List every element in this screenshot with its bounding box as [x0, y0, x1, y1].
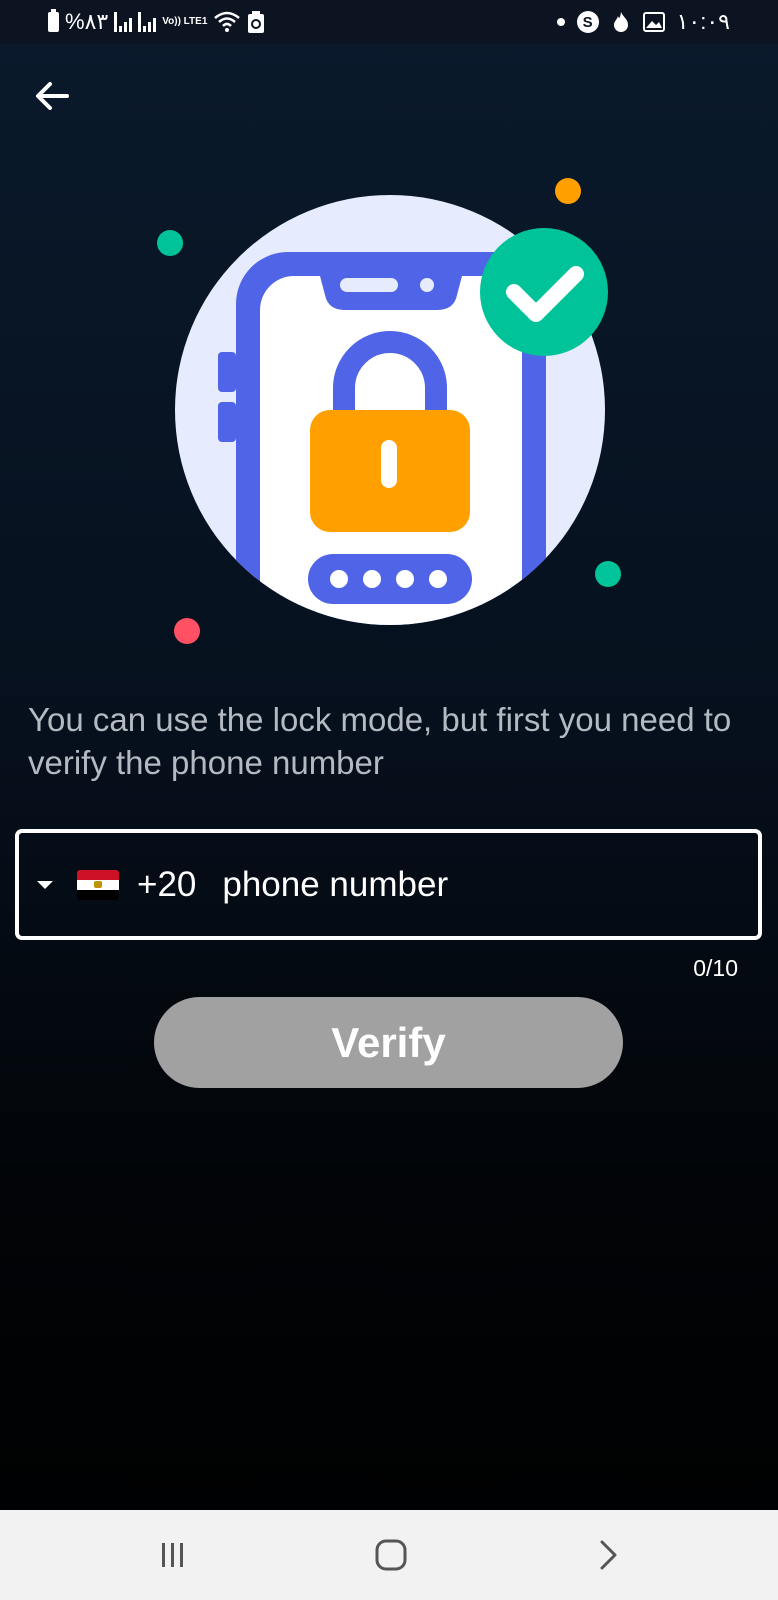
- dot-icon: [556, 18, 565, 26]
- flame-icon: [613, 12, 628, 32]
- chevron-right-icon: [600, 1540, 617, 1570]
- phone-side-button: [218, 352, 236, 392]
- home-icon: [375, 1539, 407, 1571]
- status-bar-right: S ١٠:٠٩: [556, 8, 730, 36]
- nav-back-button[interactable]: [578, 1530, 638, 1580]
- phone-camera: [420, 278, 434, 292]
- battery-icon: [48, 9, 59, 32]
- decor-dot-orange: [555, 178, 581, 204]
- battery-percent: %٨٣: [65, 9, 109, 34]
- dial-code: +20: [137, 864, 197, 904]
- info-message: You can use the lock mode, but first you…: [28, 701, 732, 781]
- pin-dots: [308, 554, 472, 604]
- recent-apps-button[interactable]: [143, 1530, 203, 1580]
- image-icon: [642, 12, 665, 32]
- recent-apps-icon: [162, 1543, 183, 1567]
- status-bar-left: %٨٣ Vo)) LTE1: [48, 8, 265, 36]
- recycle-icon: [248, 11, 265, 33]
- phone-number-input[interactable]: [222, 854, 758, 915]
- decor-dot-green: [595, 561, 621, 587]
- signal-icon: [138, 12, 157, 32]
- signal-icon: [114, 12, 133, 32]
- back-button[interactable]: [30, 74, 74, 118]
- decor-dot-red: [174, 618, 200, 644]
- clock: ١٠:٠٩: [676, 9, 730, 34]
- system-navigation-bar: [0, 1510, 778, 1600]
- status-bar: %٨٣ Vo)) LTE1 S ١٠:٠٩: [0, 0, 778, 44]
- character-counter: 0/10: [693, 955, 738, 981]
- network-type-label: Vo)) LTE1: [162, 16, 208, 27]
- home-button[interactable]: [361, 1530, 421, 1580]
- caret-down-icon: [37, 880, 53, 889]
- phone-lock-illustration: [157, 178, 621, 644]
- verify-button[interactable]: Verify: [154, 997, 623, 1088]
- check-badge-icon: [480, 228, 608, 356]
- country-code-selector[interactable]: +20: [37, 855, 222, 915]
- arrow-left-icon: [36, 82, 69, 110]
- decor-dot-green: [157, 230, 183, 256]
- egypt-flag-icon: [77, 869, 119, 900]
- phone-number-field[interactable]: +20: [15, 829, 762, 940]
- wifi-icon: [214, 11, 241, 32]
- phone-side-button: [218, 402, 236, 442]
- s-icon: S: [576, 11, 599, 33]
- phone-speaker: [340, 278, 398, 292]
